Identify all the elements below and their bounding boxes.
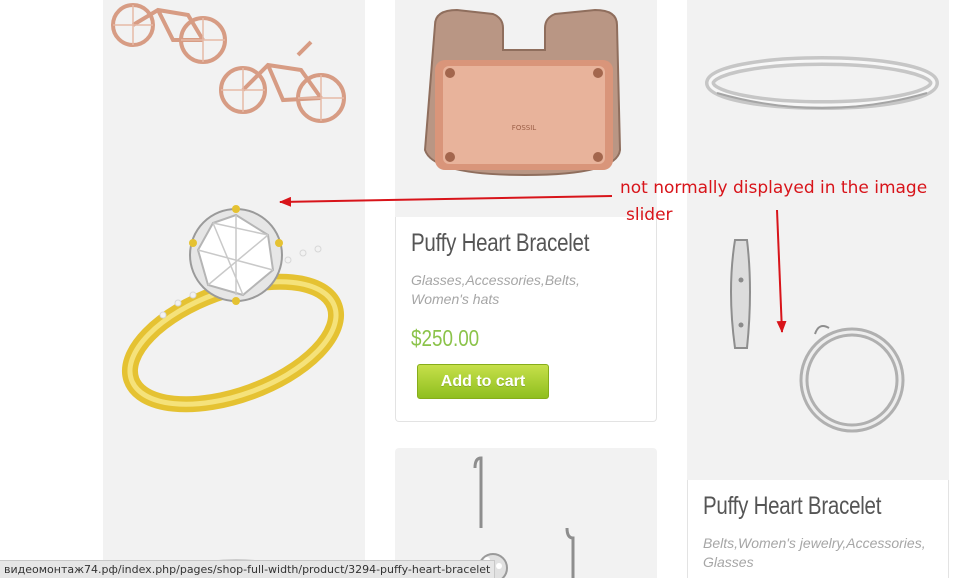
annotation-line2: slider xyxy=(626,205,673,225)
annotation-arrows xyxy=(279,195,787,333)
status-bar-url: видеомонтаж74.рф/index.php/pages/shop-fu… xyxy=(4,563,491,576)
annotation-arrow-left xyxy=(279,195,613,207)
browser-status-bar: видеомонтаж74.рф/index.php/pages/shop-fu… xyxy=(0,560,496,578)
annotation-line1: not normally displayed in the image xyxy=(620,178,928,198)
annotation-text: not normally displayed in the image slid… xyxy=(620,175,927,229)
